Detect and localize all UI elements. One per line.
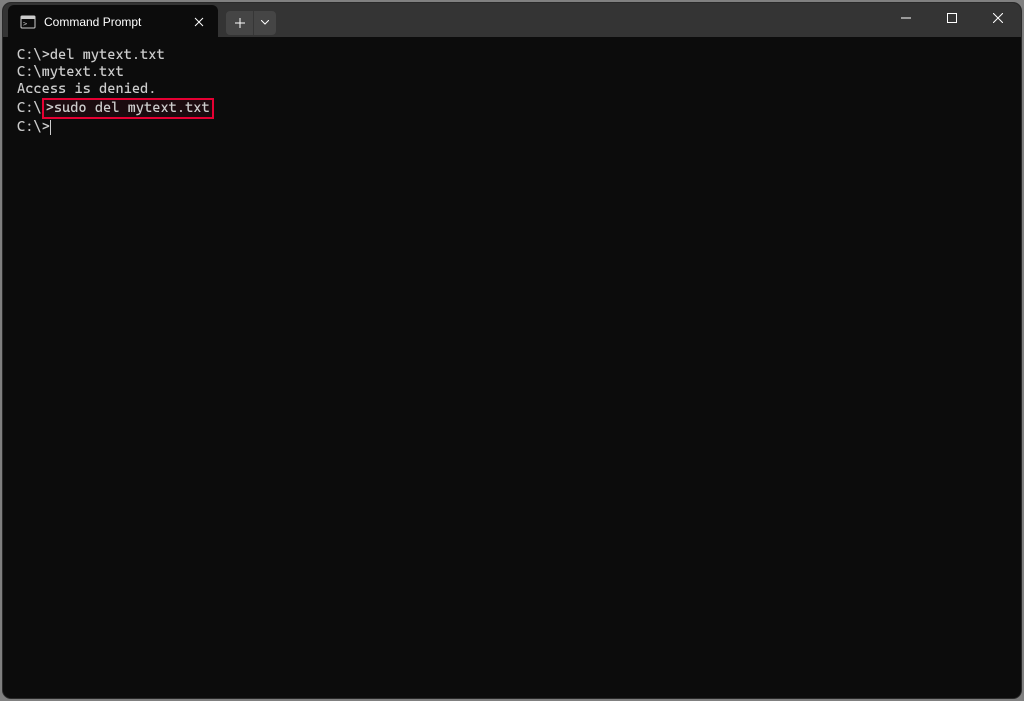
terminal-line: C:\mytext.txt <box>17 64 1007 81</box>
terminal-output[interactable]: C:\>del mytext.txtC:\mytext.txtAccess is… <box>3 37 1021 698</box>
new-tab-group <box>226 3 276 37</box>
prompt: C:\ <box>17 100 42 116</box>
command-line: C:\>del mytext.txt <box>17 47 165 63</box>
cursor <box>50 120 51 135</box>
close-button[interactable] <box>975 3 1021 33</box>
terminal-window: >_ Command Prompt <box>3 3 1021 698</box>
tab-title: Command Prompt <box>44 15 182 29</box>
svg-text:>_: >_ <box>23 20 32 28</box>
output-line: C:\mytext.txt <box>17 64 124 80</box>
tab-close-button[interactable] <box>190 13 208 31</box>
terminal-line: C:\>sudo del mytext.txt <box>17 98 1007 119</box>
output-line: Access is denied. <box>17 81 156 97</box>
titlebar-drag-area[interactable] <box>276 3 883 37</box>
maximize-button[interactable] <box>929 3 975 33</box>
terminal-line: C:\> <box>17 119 1007 136</box>
terminal-line: C:\>del mytext.txt <box>17 47 1007 64</box>
new-tab-button[interactable] <box>226 11 254 35</box>
highlighted-command: >sudo del mytext.txt <box>42 98 214 119</box>
command-line: C:\> <box>17 119 50 135</box>
terminal-line: Access is denied. <box>17 81 1007 98</box>
minimize-button[interactable] <box>883 3 929 33</box>
tab-dropdown-button[interactable] <box>254 11 276 35</box>
cmd-icon: >_ <box>20 14 36 30</box>
titlebar[interactable]: >_ Command Prompt <box>3 3 1021 37</box>
tab-active[interactable]: >_ Command Prompt <box>8 5 218 39</box>
window-controls <box>883 3 1021 37</box>
